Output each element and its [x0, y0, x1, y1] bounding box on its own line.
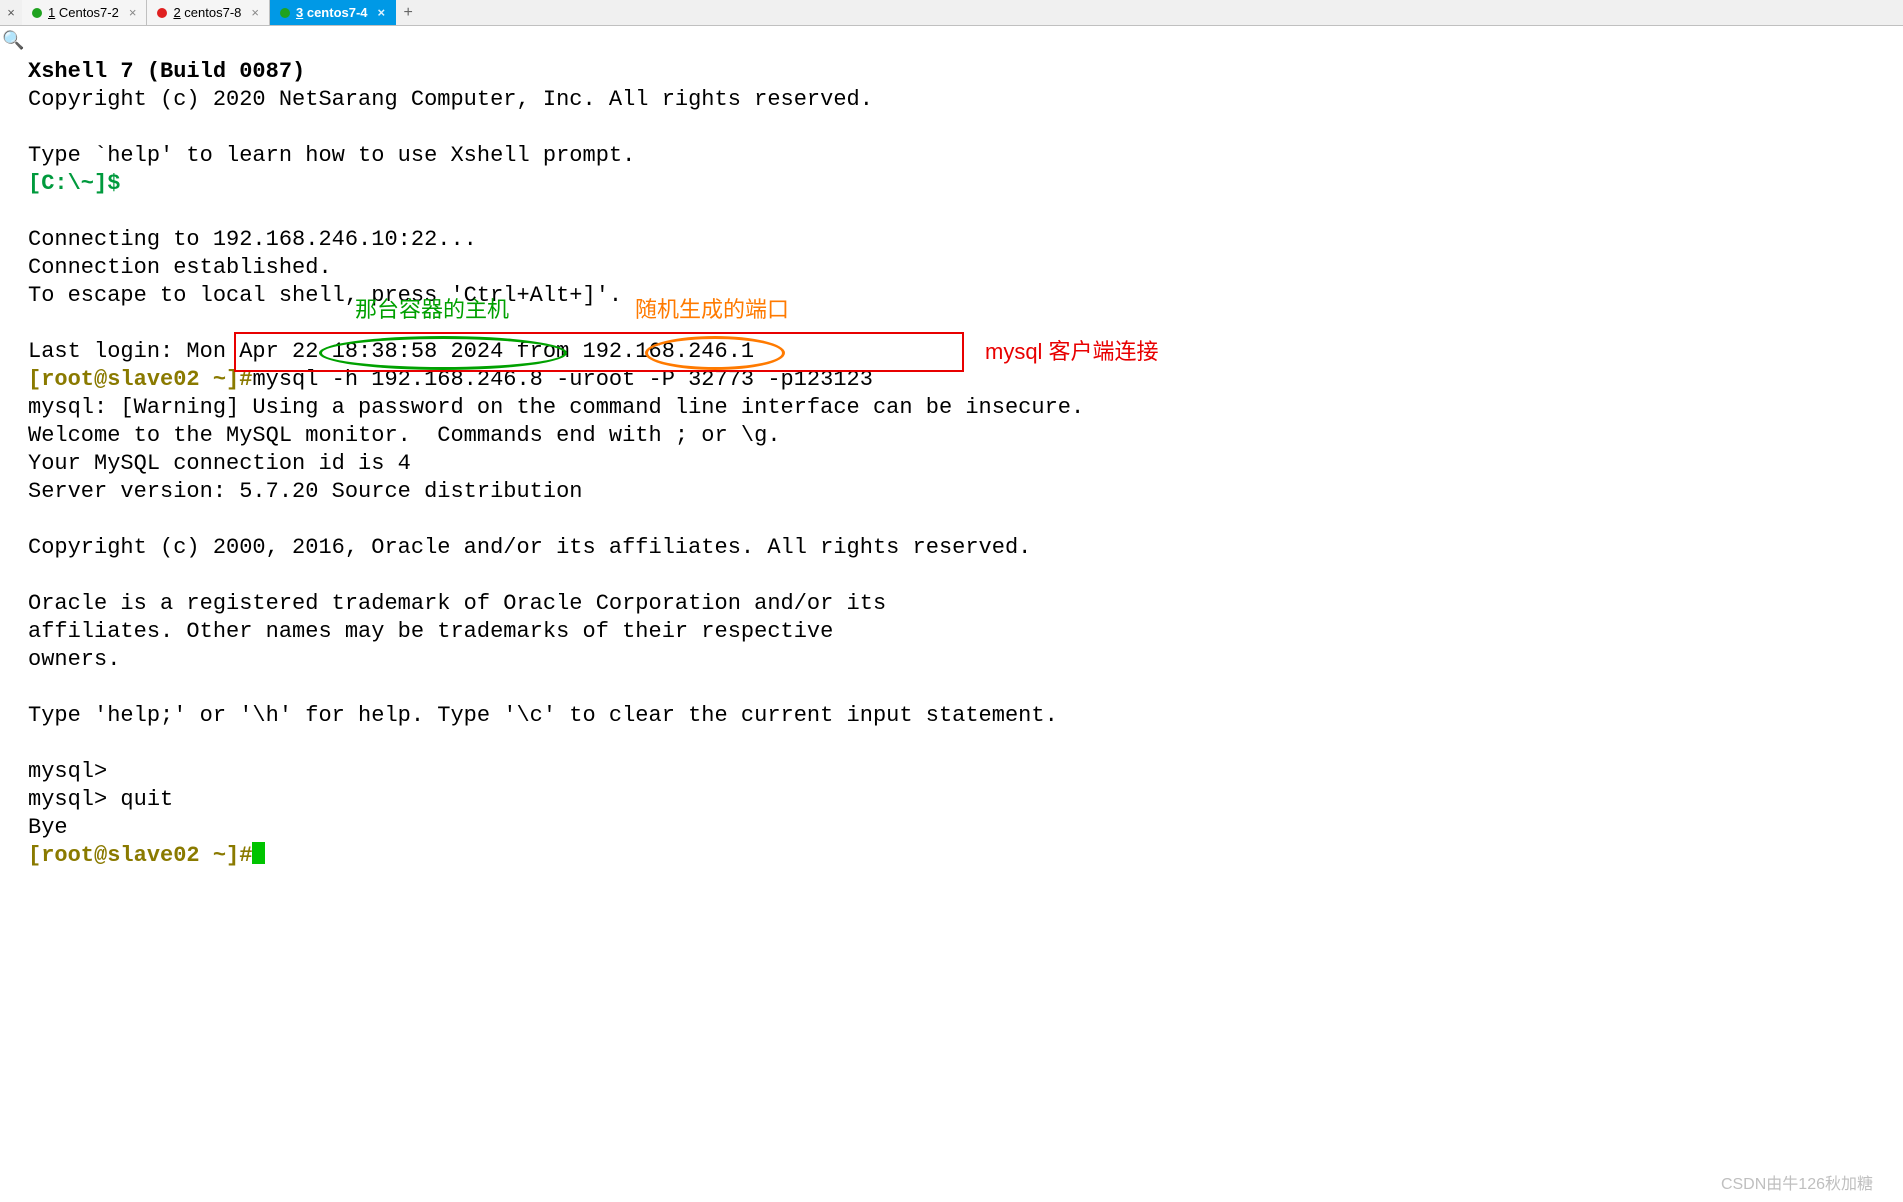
line: mysql> quit	[28, 787, 173, 812]
tab-centos7-2[interactable]: 1 Centos7-2 ×	[22, 0, 147, 25]
line: Copyright (c) 2000, 2016, Oracle and/or …	[28, 535, 1031, 560]
line: Your MySQL connection id is 4	[28, 451, 411, 476]
tab-label: 1 Centos7-2	[48, 5, 119, 20]
status-dot-icon	[280, 8, 290, 18]
command: mysql -h 192.168.246.8 -uroot -P 32773 -…	[252, 367, 873, 392]
line: To escape to local shell, press 'Ctrl+Al…	[28, 283, 622, 308]
line: Connection established.	[28, 255, 332, 280]
line: Type 'help;' or '\h' for help. Type '\c'…	[28, 703, 1058, 728]
watermark: CSDN由牛126秋加糖	[1721, 1170, 1873, 1194]
close-tabs-icon[interactable]: ×	[0, 5, 22, 20]
line: affiliates. Other names may be trademark…	[28, 619, 833, 644]
line: Last login: Mon Apr 22 18:38:58 2024 fro…	[28, 339, 754, 364]
shell-prompt: [root@slave02 ~]#	[28, 367, 252, 392]
tab-bar: × 1 Centos7-2 × 2 centos7-8 × 3 centos7-…	[0, 0, 1903, 26]
tab-centos7-4[interactable]: 3 centos7-4 ×	[270, 0, 396, 25]
status-dot-icon	[157, 8, 167, 18]
line: mysql>	[28, 759, 107, 784]
tab-label: 3 centos7-4	[296, 5, 368, 20]
cursor-icon	[252, 842, 265, 864]
line: Welcome to the MySQL monitor. Commands e…	[28, 423, 781, 448]
status-dot-icon	[32, 8, 42, 18]
tab-label: 2 centos7-8	[173, 5, 241, 20]
search-icon[interactable]: 🔍	[2, 32, 24, 52]
left-gutter: 🔍	[2, 30, 22, 52]
line: Type `help' to learn how to use Xshell p…	[28, 143, 635, 168]
add-tab-button[interactable]: +	[396, 4, 420, 22]
terminal-output[interactable]: Xshell 7 (Build 0087) Copyright (c) 2020…	[28, 30, 1903, 870]
close-icon[interactable]: ×	[129, 5, 137, 20]
close-icon[interactable]: ×	[378, 5, 386, 20]
tab-centos7-8[interactable]: 2 centos7-8 ×	[147, 0, 270, 25]
line: mysql: [Warning] Using a password on the…	[28, 395, 1084, 420]
shell-prompt: [C:\~]$	[28, 171, 120, 196]
line: owners.	[28, 647, 120, 672]
line: Oracle is a registered trademark of Orac…	[28, 591, 886, 616]
line: Xshell 7 (Build 0087)	[28, 59, 305, 84]
line: Connecting to 192.168.246.10:22...	[28, 227, 477, 252]
shell-prompt: [root@slave02 ~]#	[28, 843, 252, 868]
line: Bye	[28, 815, 68, 840]
line: Copyright (c) 2020 NetSarang Computer, I…	[28, 87, 873, 112]
close-icon[interactable]: ×	[251, 5, 259, 20]
line: Server version: 5.7.20 Source distributi…	[28, 479, 583, 504]
